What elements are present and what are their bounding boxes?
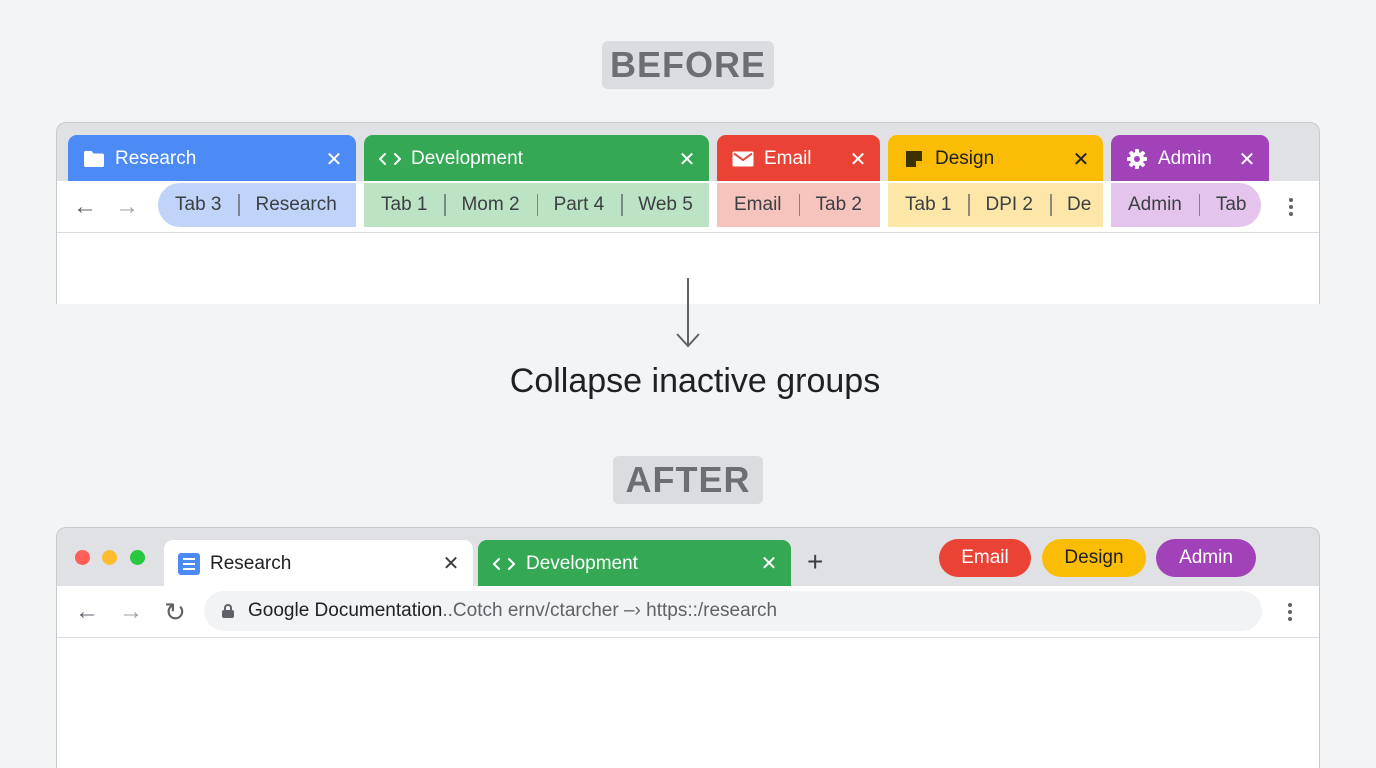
address-bar-title: Google Documentation <box>248 600 443 621</box>
group-name: Research <box>115 148 197 169</box>
window-close-button[interactable] <box>75 550 90 565</box>
back-arrow-icon[interactable]: ← <box>73 598 101 626</box>
tab-item[interactable]: Mom 2 <box>444 194 536 216</box>
tab-title: Research <box>210 552 292 574</box>
mail-icon <box>731 147 755 171</box>
tab-item[interactable]: Tab 3 <box>158 194 238 216</box>
group-name: Development <box>411 148 523 169</box>
before-label: BEFORE <box>602 41 774 89</box>
tab-strip-admin: Admin Tab <box>1111 183 1261 227</box>
page-content <box>57 638 1319 768</box>
lock-icon <box>222 604 234 618</box>
tab-item[interactable]: Email <box>717 194 799 216</box>
address-bar[interactable]: Google Documentation ..Cotch ernv/ctarch… <box>204 591 1262 631</box>
tab-item[interactable]: Web 5 <box>621 194 710 216</box>
tab-item[interactable]: Tab 1 <box>364 194 444 216</box>
close-icon[interactable]: ✕ <box>324 147 344 172</box>
reload-icon[interactable]: ↻ <box>161 597 189 627</box>
close-icon[interactable]: ✕ <box>441 551 461 576</box>
more-menu-icon[interactable] <box>1278 598 1302 626</box>
tab-item[interactable]: DPI 2 <box>968 194 1050 216</box>
tab-strip-research: Tab 3 Research <box>158 183 356 227</box>
forward-arrow-icon[interactable]: → <box>113 193 141 221</box>
tab-item[interactable]: Research <box>238 194 353 216</box>
action-caption: Collapse inactive groups <box>509 362 881 400</box>
tab-strip-email: Email Tab 2 <box>717 183 880 227</box>
group-tab-development[interactable]: Development ✕ <box>478 540 791 587</box>
window-minimize-button[interactable] <box>102 550 117 565</box>
tab-item[interactable]: Admin <box>1111 194 1199 216</box>
document-icon <box>178 552 200 575</box>
address-bar-url: ..Cotch ernv/ctarcher –› https::/researc… <box>442 600 778 621</box>
tab-item[interactable]: Tab 2 <box>798 194 879 216</box>
tab-item[interactable]: Tab <box>1198 194 1264 216</box>
code-icon <box>492 556 516 572</box>
toolbar: ← → ↻ Google Documentation ..Cotch ernv/… <box>57 586 1319 638</box>
close-icon[interactable]: ✕ <box>677 147 697 172</box>
sticky-note-icon <box>902 147 926 171</box>
group-tab-development[interactable]: Development ✕ <box>364 135 709 183</box>
forward-arrow-icon[interactable]: → <box>117 598 145 626</box>
close-icon[interactable]: ✕ <box>1237 147 1257 172</box>
group-tab-admin[interactable]: Admin ✕ <box>1111 135 1269 183</box>
toolbar: ← → Tab 3 Research Tab 1 Mom 2 Part 4 We… <box>57 181 1319 233</box>
tab-research[interactable]: Research ✕ <box>164 540 473 587</box>
tab-item[interactable]: Tab 1 <box>888 194 968 216</box>
tab-item[interactable]: De <box>1050 194 1108 216</box>
folder-icon <box>82 147 106 171</box>
code-icon <box>378 147 402 171</box>
window-maximize-button[interactable] <box>130 550 145 565</box>
tab-item[interactable]: Part 4 <box>536 194 622 216</box>
group-name: Email <box>764 148 812 169</box>
group-name: Admin <box>1158 148 1212 169</box>
more-menu-icon[interactable] <box>1279 193 1303 221</box>
collapsed-group-admin[interactable]: Admin <box>1156 539 1256 577</box>
new-tab-button[interactable]: + <box>807 548 823 576</box>
collapsed-group-design[interactable]: Design <box>1042 539 1146 577</box>
after-browser-window: Research ✕ Development ✕ + Email Design … <box>56 527 1320 768</box>
group-tab-design[interactable]: Design ✕ <box>888 135 1103 183</box>
tab-strip-design: Tab 1 DPI 2 De <box>888 183 1103 227</box>
group-tab-email[interactable]: Email ✕ <box>717 135 880 183</box>
gear-icon <box>1125 147 1149 171</box>
close-icon[interactable]: ✕ <box>759 551 779 576</box>
close-icon[interactable]: ✕ <box>848 147 868 172</box>
tab-strip-development: Tab 1 Mom 2 Part 4 Web 5 <box>364 183 709 227</box>
group-name: Design <box>935 148 995 169</box>
back-arrow-icon[interactable]: ← <box>71 193 99 221</box>
after-label: AFTER <box>613 456 763 504</box>
close-icon[interactable]: ✕ <box>1071 147 1091 172</box>
collapsed-group-email[interactable]: Email <box>939 539 1031 577</box>
group-name: Development <box>526 552 638 574</box>
down-arrow-icon <box>676 278 700 348</box>
group-tab-research[interactable]: Research ✕ <box>68 135 356 183</box>
